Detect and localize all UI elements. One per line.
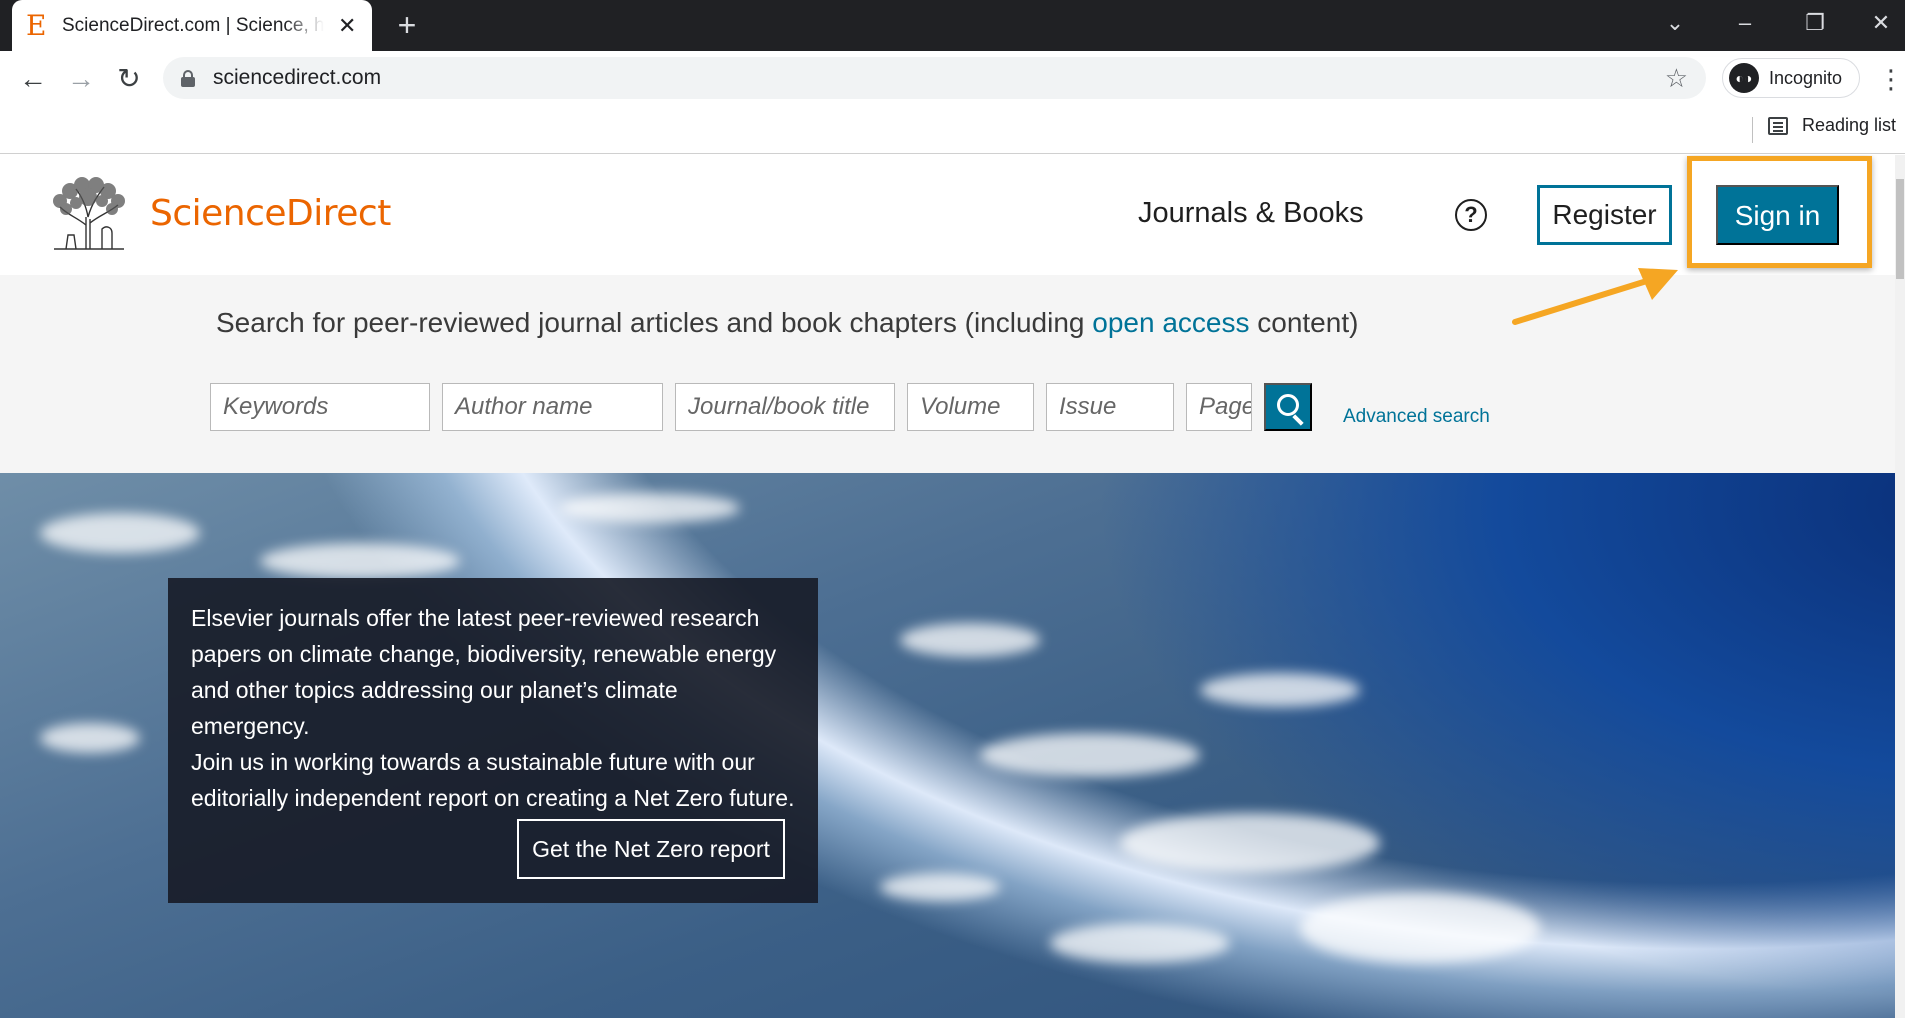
annotation-arrow-icon bbox=[1512, 268, 1678, 325]
elsevier-favicon-icon: E bbox=[26, 8, 47, 42]
journals-books-link[interactable]: Journals & Books bbox=[1138, 197, 1364, 230]
hero-banner-earth-image: Elsevier journals offer the latest peer-… bbox=[0, 473, 1895, 1018]
promo-text: Elsevier journals offer the latest peer-… bbox=[191, 600, 801, 816]
window-close-icon[interactable]: ✕ bbox=[1866, 10, 1896, 36]
incognito-label: Incognito bbox=[1769, 67, 1843, 88]
lock-icon[interactable] bbox=[181, 70, 195, 87]
browser-tab-bar: E ScienceDirect.com | Science, health an… bbox=[0, 0, 1905, 51]
bookmarks-separator bbox=[1752, 117, 1753, 143]
tab-title: ScienceDirect.com | Science, health and … bbox=[62, 14, 324, 36]
promo-text-line2: Join us in working towards a sustainable… bbox=[191, 749, 795, 811]
page-scrollbar[interactable] bbox=[1895, 155, 1905, 1018]
register-button[interactable]: Register bbox=[1537, 185, 1672, 245]
url-text[interactable]: sciencedirect.com bbox=[213, 66, 381, 90]
keywords-input[interactable]: Keywords bbox=[210, 383, 430, 431]
page-viewport: ScienceDirect Journals & Books ? Registe… bbox=[0, 155, 1895, 1018]
address-bar[interactable]: sciencedirect.com ☆ bbox=[163, 57, 1706, 99]
net-zero-report-button[interactable]: Get the Net Zero report bbox=[517, 819, 785, 879]
search-lead-text: Search for peer-reviewed journal article… bbox=[216, 307, 1358, 339]
volume-input[interactable]: Volume bbox=[907, 383, 1034, 431]
incognito-icon: ◐◑ bbox=[1729, 63, 1759, 93]
reading-list-label: Reading list bbox=[1802, 115, 1897, 135]
plus-icon[interactable]: + bbox=[390, 8, 424, 42]
advanced-search-link[interactable]: Advanced search bbox=[1343, 406, 1490, 428]
star-icon[interactable]: ☆ bbox=[1665, 63, 1688, 94]
issue-input[interactable]: Issue bbox=[1046, 383, 1174, 431]
net-zero-promo-card: Elsevier journals offer the latest peer-… bbox=[168, 578, 818, 903]
forward-arrow-icon[interactable]: → bbox=[63, 61, 99, 97]
search-button[interactable] bbox=[1264, 383, 1312, 431]
back-arrow-icon[interactable]: ← bbox=[15, 61, 51, 97]
journal-title-input[interactable]: Journal/book title bbox=[675, 383, 895, 431]
search-lead-before: Search for peer-reviewed journal article… bbox=[216, 307, 1093, 338]
search-icon bbox=[1277, 394, 1299, 416]
incognito-badge[interactable]: ◐◑ Incognito bbox=[1722, 58, 1860, 98]
promo-text-line1: Elsevier journals offer the latest peer-… bbox=[191, 605, 777, 739]
tab-search-chevron-icon[interactable]: ⌄ bbox=[1660, 10, 1690, 36]
help-icon[interactable]: ? bbox=[1455, 199, 1487, 231]
reload-icon[interactable]: ↻ bbox=[111, 61, 147, 97]
kebab-menu-icon[interactable]: ⋮ bbox=[1878, 61, 1904, 97]
open-access-link[interactable]: open access bbox=[1092, 307, 1249, 338]
author-name-input[interactable]: Author name bbox=[442, 383, 663, 431]
pages-input[interactable]: Pages bbox=[1186, 383, 1252, 431]
browser-toolbar: ← → ↻ sciencedirect.com ☆ ◐◑ Incognito ⋮ bbox=[0, 51, 1905, 107]
scrollbar-thumb[interactable] bbox=[1896, 179, 1904, 279]
site-header: ScienceDirect Journals & Books ? Registe… bbox=[0, 155, 1895, 275]
brand-wordmark[interactable]: ScienceDirect bbox=[150, 193, 391, 234]
signin-button[interactable]: Sign in bbox=[1716, 185, 1839, 245]
browser-tab-active[interactable]: E ScienceDirect.com | Science, health an… bbox=[12, 0, 372, 51]
reading-list-icon bbox=[1768, 116, 1788, 135]
close-icon[interactable]: ✕ bbox=[338, 13, 356, 39]
minimize-icon[interactable]: – bbox=[1730, 10, 1760, 36]
bookmarks-bar: Reading list bbox=[0, 107, 1905, 154]
search-lead-after: content) bbox=[1249, 307, 1359, 338]
elsevier-tree-logo-icon[interactable] bbox=[46, 177, 130, 251]
reading-list-button[interactable]: Reading list bbox=[1768, 115, 1896, 136]
restore-icon[interactable]: ❐ bbox=[1800, 10, 1830, 36]
